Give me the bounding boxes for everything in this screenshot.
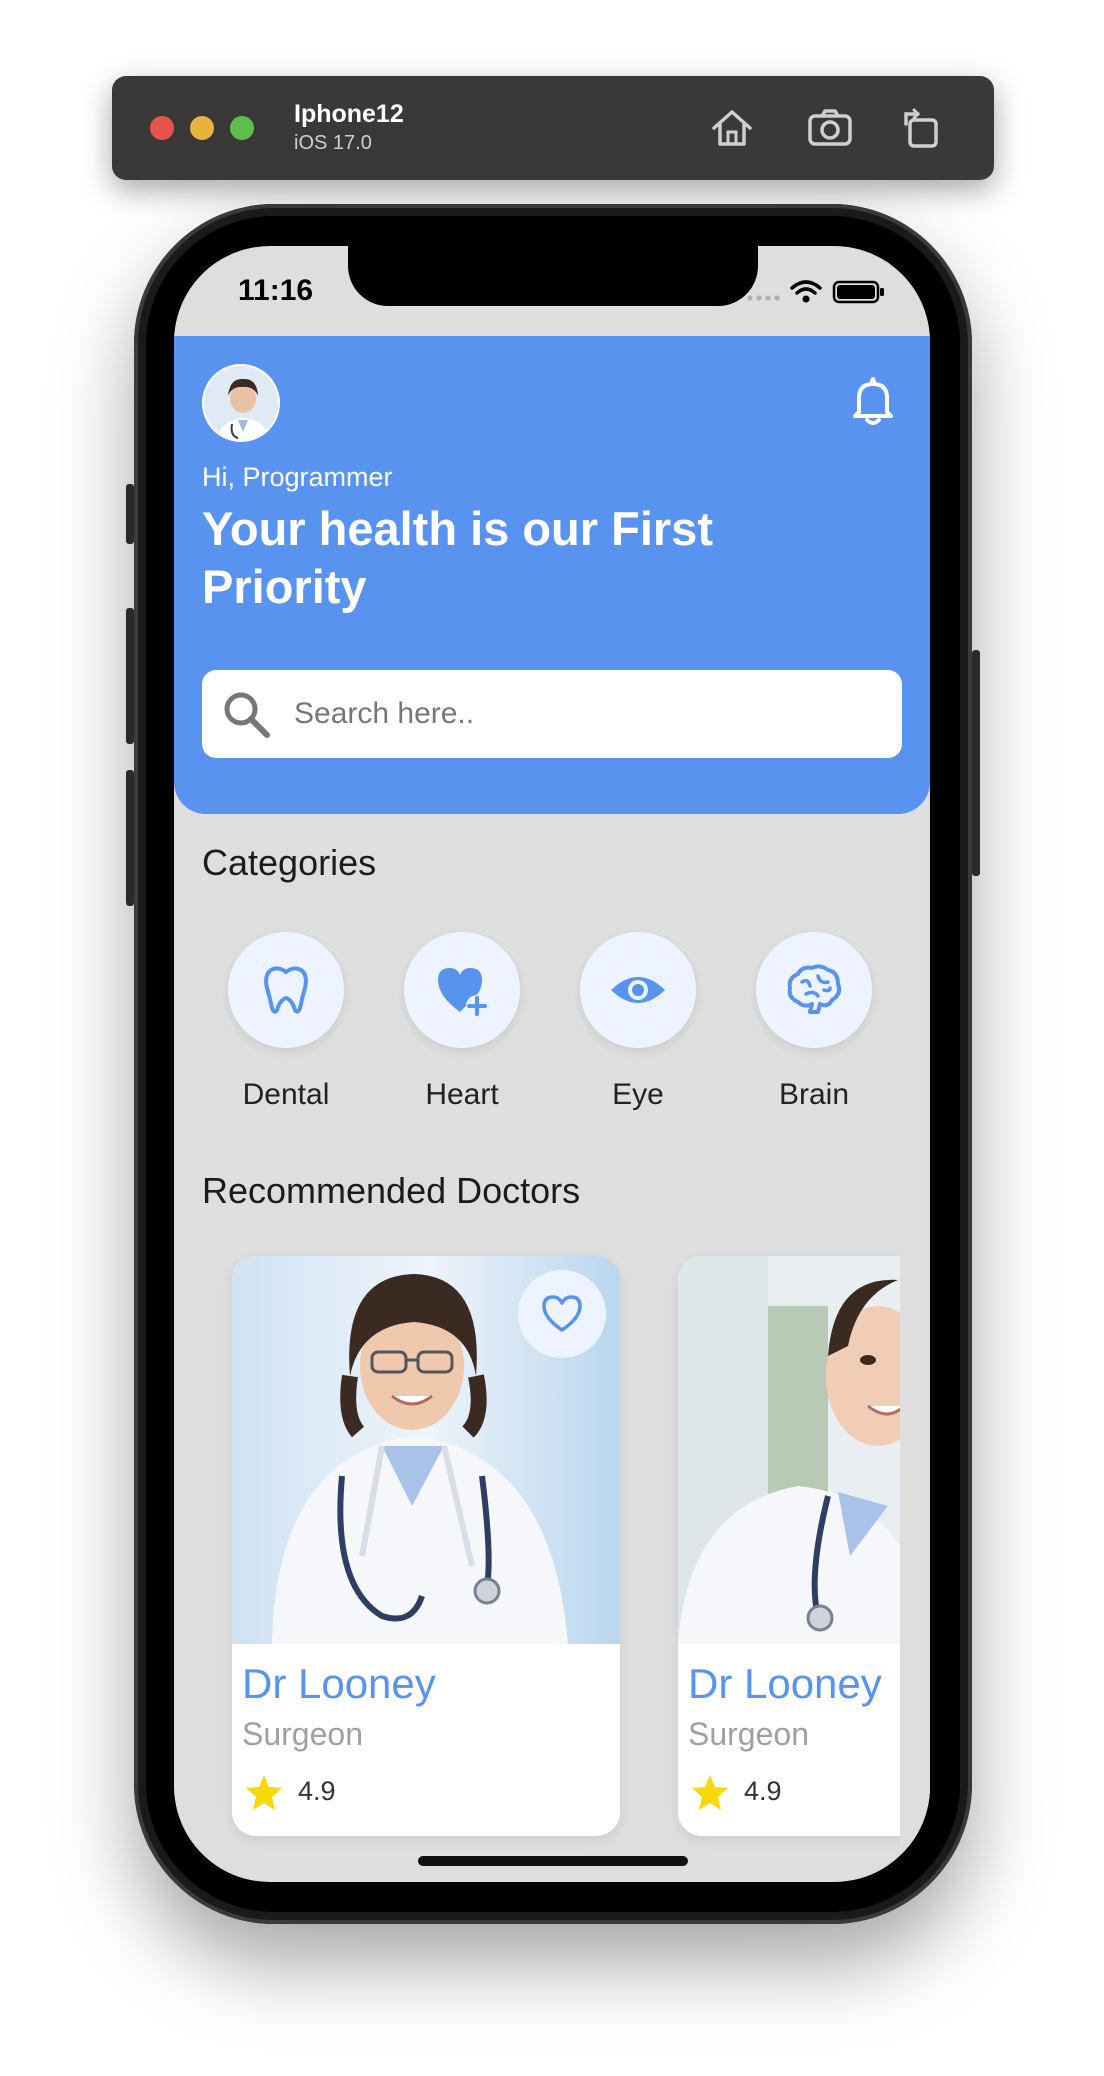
category-dental-circle: [228, 932, 344, 1048]
brain-icon: [787, 964, 842, 1014]
doctor-rating: 4.9: [298, 1776, 336, 1806]
categories-title: Categories: [202, 842, 377, 883]
category-brain[interactable]: Brain: [744, 932, 884, 1122]
heart-plus-icon: [438, 968, 488, 1017]
category-heart[interactable]: Heart: [392, 932, 532, 1122]
power-button: [972, 650, 980, 876]
recommended-doctors-title: Recommended Doctors: [202, 1170, 581, 1211]
app-screen: 11:16 Hi, Programmer Your health is our …: [174, 246, 930, 1882]
close-window-button[interactable]: [150, 116, 174, 140]
home-icon[interactable]: [706, 102, 758, 154]
heart-outline-icon: [542, 1295, 582, 1332]
category-dental[interactable]: Dental: [216, 932, 356, 1122]
doctor-specialty: Surgeon: [688, 1716, 809, 1752]
simulator-device-name: Iphone12: [294, 100, 404, 128]
search-icon: [224, 692, 270, 738]
home-indicator[interactable]: [418, 1856, 688, 1866]
category-label: Brain: [778, 1078, 850, 1111]
tooth-icon: [264, 966, 308, 1014]
category-label: Heart: [425, 1078, 499, 1111]
category-eye[interactable]: Eye: [568, 932, 708, 1122]
status-icons: [747, 280, 884, 304]
mute-switch: [126, 484, 134, 544]
doctor-specialty: Surgeon: [242, 1716, 363, 1752]
doctor-card[interactable]: Dr Looney Surgeon 4.9: [678, 1256, 930, 1836]
greeting-text: Hi, Programmer: [202, 462, 393, 492]
notch: [348, 246, 758, 306]
simulator-os-version: iOS 17.0: [294, 132, 372, 154]
screenshot-icon[interactable]: [804, 102, 856, 154]
status-time: 11:16: [238, 274, 314, 307]
simulator-toolbar: Iphone12 iOS 17.0: [112, 76, 994, 180]
doctor-avatar-image: [204, 366, 278, 440]
signal-icon: [747, 295, 780, 301]
doctor-photo: [678, 1256, 930, 1644]
minimize-window-button[interactable]: [190, 116, 214, 140]
header-panel: Hi, Programmer Your health is our First …: [174, 336, 930, 814]
doctor-name: Dr Looney: [242, 1660, 436, 1707]
avatar[interactable]: [202, 364, 280, 442]
category-eye-circle: [580, 932, 696, 1048]
volume-down-button: [126, 770, 134, 906]
star-icon: [692, 1775, 728, 1810]
headline-text: Your health is our First Priority: [202, 502, 713, 613]
doctor-name: Dr Looney: [688, 1660, 882, 1707]
scroll-clip: [900, 1246, 930, 1846]
doctor-rating: 4.9: [744, 1776, 782, 1806]
search-bar[interactable]: [202, 670, 902, 758]
category-heart-circle: [404, 932, 520, 1048]
favorite-button[interactable]: [518, 1270, 606, 1358]
star-icon: [246, 1775, 282, 1810]
wifi-icon: [790, 280, 822, 303]
zoom-window-button[interactable]: [230, 116, 254, 140]
category-label: Dental: [242, 1078, 330, 1111]
eye-icon: [611, 977, 665, 1003]
doctor-card[interactable]: Dr Looney Surgeon 4.9: [232, 1256, 620, 1836]
bell-icon[interactable]: [850, 376, 896, 426]
category-label: Eye: [612, 1078, 664, 1111]
rotate-icon[interactable]: [896, 102, 948, 154]
search-input[interactable]: [292, 688, 872, 740]
volume-up-button: [126, 608, 134, 744]
category-brain-circle: [756, 932, 872, 1048]
battery-icon: [832, 280, 884, 304]
